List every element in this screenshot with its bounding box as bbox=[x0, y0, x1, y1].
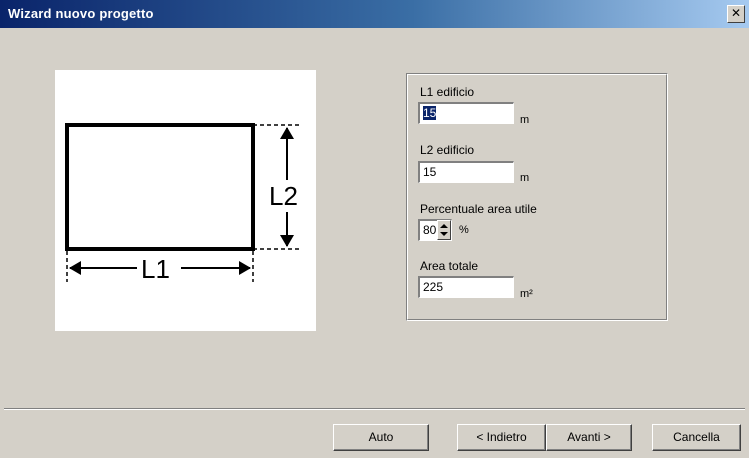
l2-label-text: L2 edificio bbox=[420, 143, 475, 157]
l2-arrow-head-up bbox=[280, 127, 294, 139]
wizard-body: L2 L1 L1 edificio 15 m L2 edificio 15 m … bbox=[4, 32, 745, 454]
close-icon: ✕ bbox=[730, 6, 742, 20]
l2-unit: m bbox=[520, 172, 530, 184]
l1-label-text: L1 edificio bbox=[420, 85, 475, 99]
l1-arrow-head-right bbox=[239, 261, 251, 275]
window-title: Wizard nuovo progetto bbox=[8, 6, 154, 21]
percent-value: 80 bbox=[423, 223, 437, 237]
back-button[interactable]: < Indietro bbox=[457, 424, 546, 451]
l1-label: L1 bbox=[141, 254, 170, 284]
footer-separator-highlight bbox=[4, 409, 745, 410]
l1-value: 15 bbox=[423, 106, 437, 120]
l2-value: 15 bbox=[423, 165, 437, 179]
title-bar: Wizard nuovo progetto ✕ bbox=[0, 0, 749, 28]
building-diagram-svg: L2 L1 bbox=[65, 123, 300, 284]
next-button[interactable]: Avanti > bbox=[546, 424, 632, 451]
area-label-text: Area totale bbox=[420, 259, 479, 273]
l2-arrow-head-down bbox=[280, 235, 294, 247]
percent-label-text: Percentuale area utile bbox=[420, 202, 537, 216]
l2-input[interactable]: 15 bbox=[418, 161, 514, 183]
cancel-button[interactable]: Cancella bbox=[652, 424, 741, 451]
close-button[interactable]: ✕ bbox=[727, 5, 745, 23]
l1-unit: m bbox=[520, 114, 530, 126]
percent-spinner[interactable] bbox=[437, 220, 451, 240]
area-value: 225 bbox=[423, 280, 444, 294]
area-unit: m² bbox=[520, 288, 533, 300]
building-diagram: L2 L1 bbox=[55, 70, 316, 331]
spinner-down-icon[interactable] bbox=[440, 232, 448, 236]
l1-input[interactable]: 15 bbox=[418, 102, 514, 124]
percent-unit: % bbox=[459, 224, 469, 236]
area-input[interactable]: 225 bbox=[418, 276, 514, 298]
l1-arrow-head-left bbox=[69, 261, 81, 275]
building-rectangle bbox=[65, 123, 255, 251]
l2-label: L2 bbox=[269, 181, 298, 211]
spinner-up-icon[interactable] bbox=[440, 224, 448, 228]
auto-button[interactable]: Auto bbox=[333, 424, 429, 451]
